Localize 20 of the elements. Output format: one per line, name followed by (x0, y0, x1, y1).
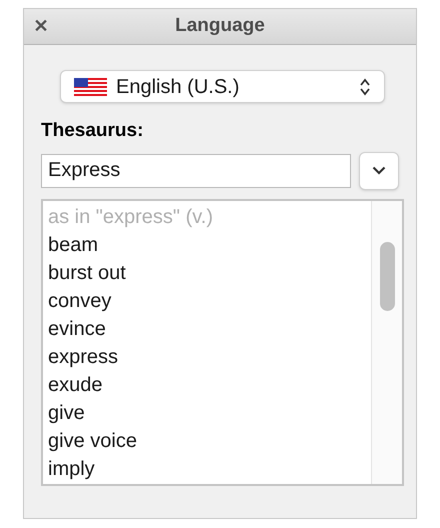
search-field[interactable]: Express (41, 154, 352, 188)
list-item[interactable]: evince (48, 314, 106, 342)
list-item[interactable]: exude (48, 370, 102, 398)
close-button[interactable]: ✕ (30, 14, 52, 38)
list-item[interactable]: give (48, 398, 85, 426)
list-item[interactable]: convey (48, 286, 112, 314)
list-item[interactable]: burst out (48, 258, 126, 286)
window-title: Language (175, 14, 265, 38)
chevron-updown-icon (359, 78, 371, 96)
list-item[interactable]: beam (48, 230, 98, 258)
list-item[interactable]: imply (48, 454, 95, 482)
section-heading: as in "express" (v.) (48, 204, 213, 230)
chevron-down-icon (372, 166, 386, 175)
thesaurus-label: Thesaurus: (41, 119, 144, 143)
language-popup[interactable]: English (U.S.) (60, 70, 385, 103)
flag-icon (74, 78, 107, 96)
list-item[interactable]: express (48, 342, 118, 370)
scrollbar-thumb[interactable] (380, 242, 394, 310)
list-item[interactable]: give voice (48, 426, 137, 454)
dropdown-button[interactable] (359, 152, 399, 190)
